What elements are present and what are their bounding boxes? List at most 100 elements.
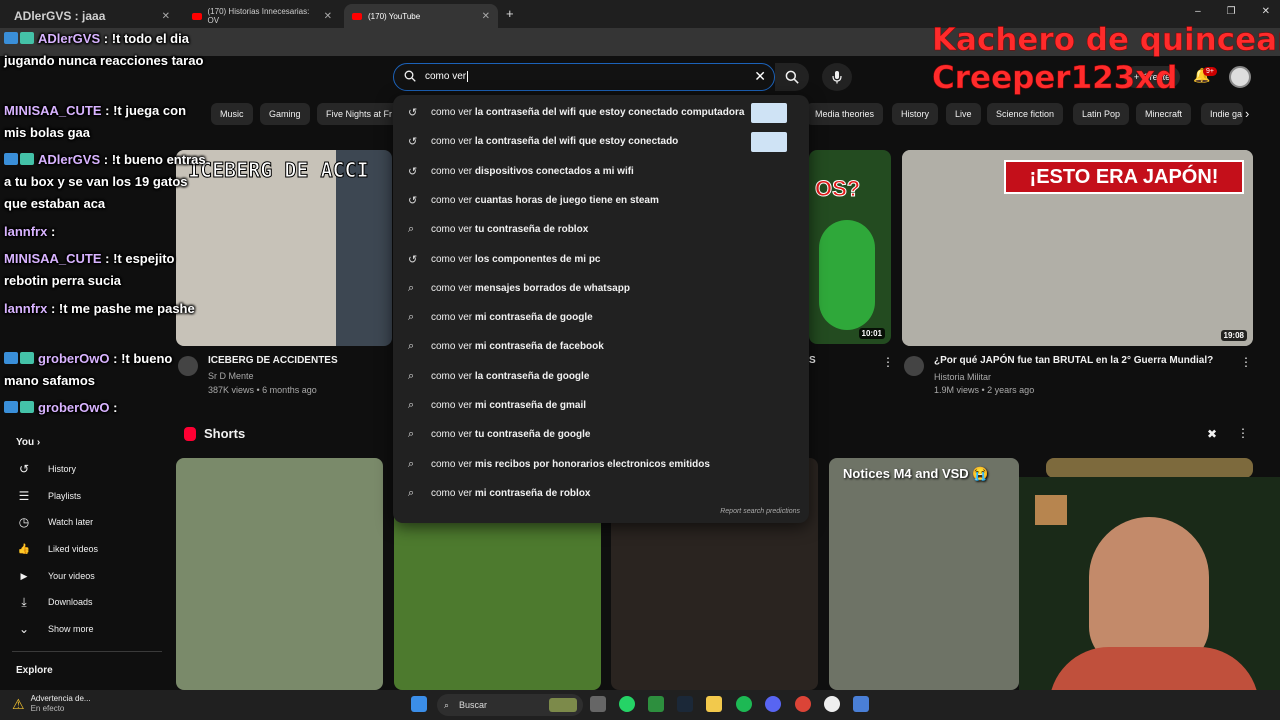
history-icon: ↺ (408, 165, 418, 178)
short-thumbnail[interactable] (1046, 458, 1253, 478)
app-icon[interactable] (853, 696, 869, 712)
sidebar-item-liked-videos[interactable]: 👍 Liked videos (0, 536, 168, 562)
sidebar-you-heading[interactable]: You › (16, 437, 40, 448)
search-button[interactable] (775, 63, 809, 91)
sidebar-item-label: Watch later (48, 517, 94, 527)
steam-icon[interactable] (677, 696, 693, 712)
channel-name[interactable]: Sr D Mente (208, 371, 254, 381)
search-suggestion[interactable]: ⌕ como ver mi contraseña de facebook (393, 332, 809, 361)
tab-label: (170) Historias Innecesarias: OV (207, 7, 310, 25)
chip-gaming[interactable]: Gaming (260, 103, 310, 125)
obs-icon[interactable] (824, 696, 840, 712)
video-title[interactable]: S (809, 355, 816, 366)
video-thumbnail[interactable]: ¡ESTO ERA JAPÓN! 19:08 (902, 150, 1253, 346)
sidebar-item-watch-later[interactable]: ◷ Watch later (0, 509, 168, 535)
close-icon[interactable]: ✕ (482, 11, 490, 22)
clear-search-icon[interactable]: ✕ (754, 68, 766, 85)
restore-icon[interactable]: ❐ (1227, 6, 1236, 17)
short-thumbnail[interactable]: Notices M4 and VSD 😭 (829, 458, 1019, 690)
channel-name[interactable]: Historia Militar (934, 372, 991, 382)
shorts-title: Shorts (204, 426, 246, 441)
chip-music[interactable]: Music (211, 103, 253, 125)
report-predictions-link[interactable]: Report search predictions (720, 508, 800, 515)
spotify-icon[interactable] (736, 696, 752, 712)
shorts-hide-icon[interactable]: ✖ (1207, 427, 1217, 441)
search-suggestion[interactable]: ↺ como ver la contraseña del wifi que est… (393, 98, 809, 127)
channel-avatar[interactable] (904, 356, 924, 376)
short-thumbnail[interactable] (176, 458, 383, 690)
chip-latin-pop[interactable]: Latin Pop (1073, 103, 1130, 125)
search-suggestion[interactable]: ⌕ como ver mi contraseña de google (393, 303, 809, 332)
file-explorer-icon[interactable] (706, 696, 722, 712)
badge-icon (4, 32, 18, 44)
search-suggestion[interactable]: ⌕ como ver mensajes borrados de whatsapp (393, 274, 809, 303)
close-icon[interactable]: ✕ (324, 11, 332, 22)
chip-media-theories[interactable]: Media theories (806, 103, 884, 125)
video-duration: 10:01 (858, 328, 885, 339)
warning-notification[interactable]: ⚠ Advertencia de... En efecto (12, 694, 91, 714)
video-thumbnail[interactable]: OS? 10:01 (809, 150, 891, 344)
voice-search-button[interactable] (822, 63, 852, 91)
search-suggestion[interactable]: ↺ como ver los componentes de mi pc (393, 245, 809, 274)
badge-icon (20, 401, 34, 413)
video-title[interactable]: ¿Por qué JAPÓN fue tan BRUTAL en la 2° G… (934, 355, 1213, 366)
overlay-text-line2: Creeper123xd (932, 60, 1178, 97)
more-options-icon[interactable]: ⋮ (1240, 355, 1252, 369)
chip-minecraft[interactable]: Minecraft (1136, 103, 1192, 125)
search-suggestion[interactable]: ⌕ como ver tu contraseña de google (393, 420, 809, 449)
thumbnail-image (819, 220, 875, 330)
chip-fnaf[interactable]: Five Nights at Fr (317, 103, 402, 125)
search-suggestion[interactable]: ⌕ como ver tu contraseña de roblox (393, 215, 809, 244)
sidebar-item-downloads[interactable]: ⤓ Downloads (0, 589, 168, 615)
suggestion-text: como ver mi contraseña de facebook (431, 341, 604, 353)
close-window-icon[interactable]: ✕ (1262, 6, 1270, 17)
taskbar-search[interactable]: ⌕ Buscar (437, 694, 583, 716)
tab-historias[interactable]: (170) Historias Innecesarias: OV ✕ (184, 4, 340, 28)
more-options-icon[interactable]: ⋮ (882, 355, 894, 369)
chip-history[interactable]: History (892, 103, 939, 125)
search-suggestion[interactable]: ⌕ como ver mis recibos por honorarios ele… (393, 450, 809, 479)
start-icon[interactable] (411, 696, 427, 712)
discord-icon[interactable] (765, 696, 781, 712)
webcam-feed (1019, 477, 1280, 720)
chip-live[interactable]: Live (946, 103, 981, 125)
search-suggestion[interactable]: ↺ como ver cuantas horas de juego tiene e… (393, 186, 809, 215)
chip-indie-games[interactable]: Indie ga (1201, 103, 1243, 125)
search-suggestion[interactable]: ⌕ como ver mi contraseña de roblox (393, 479, 809, 508)
history-icon: ↺ (408, 253, 418, 266)
new-tab-button[interactable]: + (506, 6, 514, 21)
sidebar-item-playlists[interactable]: ☰ Playlists (0, 483, 168, 509)
thumbnail-text: OS? (814, 176, 861, 202)
search-input[interactable]: como ver ✕ (393, 63, 775, 91)
tab-label: (170) YouTube (368, 11, 421, 21)
task-view-icon[interactable] (590, 696, 606, 712)
more-options-icon[interactable]: ⋮ (1237, 426, 1249, 440)
suggestion-text: como ver cuantas horas de juego tiene en… (431, 194, 659, 206)
tab-chat[interactable]: ADlerGVS : jaaa ✕ (6, 4, 178, 28)
sidebar-item-label: Show more (48, 624, 94, 634)
chat-message: ADlerGVS : !t todo el dia jugando nunca … (4, 31, 204, 68)
xbox-icon[interactable] (648, 696, 664, 712)
avatar[interactable] (1229, 66, 1251, 88)
search-suggestion[interactable]: ⌕ como ver mi contraseña de gmail (393, 391, 809, 420)
chrome-icon[interactable] (795, 696, 811, 712)
close-icon[interactable]: ✕ (162, 11, 170, 22)
tab-label: ADlerGVS : jaaa (14, 9, 106, 23)
tab-youtube[interactable]: (170) YouTube ✕ (344, 4, 498, 28)
search-suggestion[interactable]: ↺ como ver dispositivos conectados a mi w… (393, 157, 809, 186)
search-suggestion[interactable]: ⌕ como ver la contraseña de google (393, 362, 809, 391)
whatsapp-icon[interactable] (619, 696, 635, 712)
suggestion-thumbnail (751, 102, 787, 123)
sidebar-item-show-more[interactable]: ⌄ Show more (0, 616, 168, 642)
chevron-right-icon[interactable]: › (1245, 106, 1249, 121)
chat-message: ADlerGVS : !t bueno entras a tu box y se… (4, 152, 206, 211)
search-suggestion[interactable]: ↺ como ver la contraseña del wifi que est… (393, 127, 809, 156)
sidebar-item-history[interactable]: ↺ History (0, 456, 168, 482)
chevron-down-icon: ⌄ (18, 622, 30, 636)
suggestion-text: como ver tu contraseña de google (431, 429, 591, 441)
notification-badge: 9+ (1203, 67, 1217, 76)
sidebar-item-your-videos[interactable]: ▶ Your videos (0, 563, 168, 589)
minimize-icon[interactable]: – (1195, 6, 1201, 17)
video-title[interactable]: ICEBERG DE ACCIDENTES (208, 355, 338, 366)
chip-science-fiction[interactable]: Science fiction (987, 103, 1064, 125)
